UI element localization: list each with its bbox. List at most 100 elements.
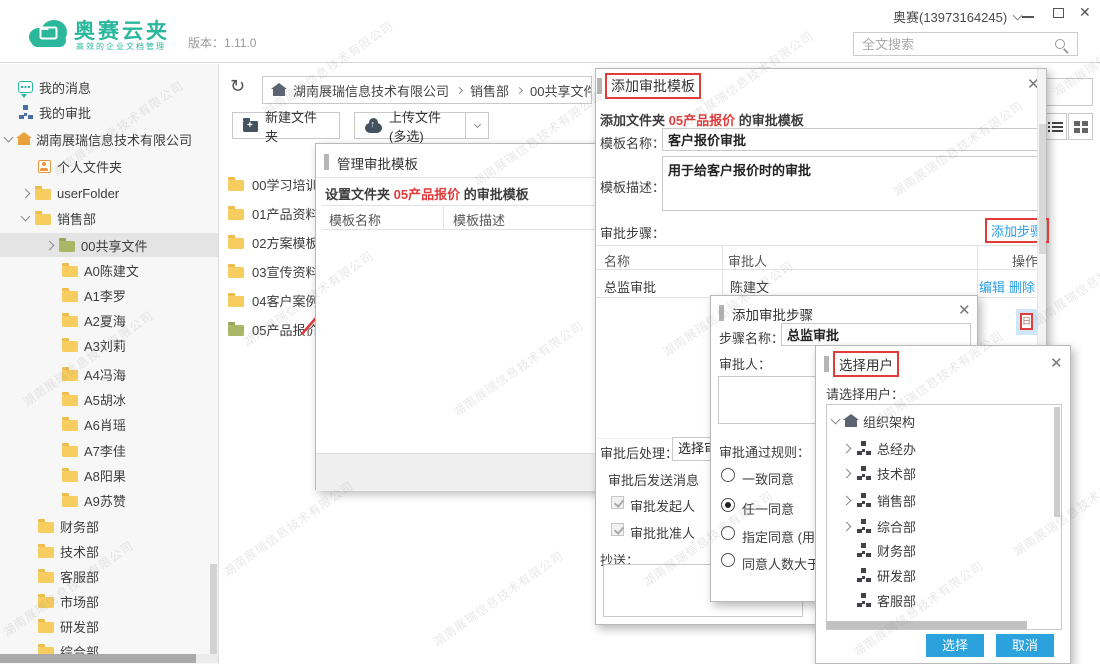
- folder-icon: [228, 180, 244, 191]
- new-folder-button[interactable]: 新建文件夹: [232, 112, 340, 139]
- hidden-action-button[interactable]: 日: [1016, 309, 1038, 335]
- breadcrumb-root[interactable]: 湖南展瑞信息技术有限公司: [293, 81, 449, 100]
- file-row[interactable]: 02方案模板: [228, 231, 318, 253]
- tree-item-org-root[interactable]: 组织架构: [827, 410, 1051, 432]
- label: userFolder: [57, 186, 119, 201]
- tree-vscroll-thumb[interactable]: [1054, 407, 1060, 517]
- dialog-vscroll-thumb[interactable]: [1039, 124, 1046, 254]
- sidebar-item-a8[interactable]: A8阳果: [0, 463, 218, 487]
- app-logo-tagline: 高效的企业文档管理: [76, 41, 166, 52]
- sidebar-item-user-folder[interactable]: userFolder: [0, 181, 218, 205]
- file-row[interactable]: 00学习培训: [228, 173, 318, 195]
- radio-designated[interactable]: [721, 526, 735, 540]
- sidebar-item-personal-folder[interactable]: 个人文件夹: [0, 154, 218, 178]
- file-row[interactable]: 01产品资料: [228, 202, 318, 224]
- sidebar-item-a3[interactable]: A3刘莉: [0, 333, 218, 357]
- refresh-icon[interactable]: ↻: [230, 76, 245, 97]
- sidebar-item-a6[interactable]: A6肖瑶: [0, 412, 218, 436]
- delete-link[interactable]: 删除: [1009, 277, 1035, 296]
- chevron-right-icon[interactable]: [21, 188, 31, 198]
- sidebar-item-rd-dept[interactable]: 研发部: [0, 614, 218, 638]
- tree-hscroll-thumb[interactable]: [827, 621, 1027, 629]
- label: 00共享文件: [81, 236, 147, 255]
- org-icon: [856, 441, 871, 455]
- step-name-input[interactable]: [781, 323, 971, 346]
- close-window-button[interactable]: ✕: [1079, 4, 1091, 21]
- sidebar-item-market-dept[interactable]: 市场部: [0, 589, 218, 613]
- label: 销售部: [57, 209, 96, 228]
- tree-item-general-office[interactable]: 总经办: [827, 437, 1051, 459]
- upload-dropdown-button[interactable]: [465, 112, 489, 139]
- account-menu[interactable]: 奥赛(13973164245): [893, 7, 1021, 26]
- file-name: 00学习培训: [252, 175, 318, 194]
- cancel-button[interactable]: 取消: [996, 634, 1054, 657]
- sidebar-hscroll-thumb[interactable]: [0, 654, 196, 663]
- close-icon[interactable]: ✕: [958, 303, 971, 318]
- sidebar-item-sales-dept[interactable]: 销售部: [0, 206, 218, 230]
- label: 技术部: [877, 464, 916, 483]
- chevron-down-icon[interactable]: [831, 415, 841, 425]
- global-search-input[interactable]: [854, 37, 1055, 52]
- tree-item-tech-dept[interactable]: 技术部: [827, 462, 1051, 484]
- breadcrumb-folder[interactable]: 00共享文件: [530, 81, 592, 100]
- edit-link[interactable]: 编辑: [979, 277, 1005, 296]
- close-icon[interactable]: ✕: [1050, 356, 1063, 371]
- tree-item-finance-dept[interactable]: 财务部: [827, 539, 1051, 561]
- grid-view-button[interactable]: [1068, 113, 1093, 140]
- content-search-input[interactable]: [1046, 78, 1093, 106]
- sidebar-item-a7[interactable]: A7李佳: [0, 438, 218, 462]
- chevron-down-icon[interactable]: [21, 212, 31, 222]
- maximize-button[interactable]: [1053, 8, 1064, 18]
- select-button[interactable]: 选择: [926, 634, 984, 657]
- select-user-dialog: 选择用户 ✕ 请选择用户： 组织架构 总经办 技术部 销售部: [815, 345, 1071, 664]
- radio-any-agree[interactable]: [721, 498, 735, 512]
- chevron-right-icon[interactable]: [45, 240, 55, 250]
- tree-item-rd-dept[interactable]: 研发部: [827, 564, 1051, 586]
- sidebar-item-a0[interactable]: A0陈建文: [0, 258, 218, 282]
- sidebar-item-my-messages[interactable]: 我的消息: [0, 75, 218, 99]
- chevron-down-icon[interactable]: [4, 133, 14, 143]
- approval-flow-icon: [18, 105, 33, 119]
- label: A0陈建文: [84, 261, 139, 280]
- minimize-button[interactable]: [1022, 16, 1034, 18]
- template-desc-textarea[interactable]: 用于给客户报价时的审批: [662, 156, 1038, 211]
- breadcrumb-dept[interactable]: 销售部: [470, 81, 509, 100]
- sidebar-item-a4[interactable]: A4冯海: [0, 362, 218, 386]
- dialog-title: 添加审批模板: [605, 73, 701, 99]
- sidebar-item-tech-dept[interactable]: 技术部: [0, 539, 218, 563]
- sidebar-vscroll-thumb[interactable]: [210, 564, 217, 654]
- sidebar-item-a2[interactable]: A2夏海: [0, 308, 218, 332]
- folder-icon: [38, 597, 54, 608]
- home-icon[interactable]: [273, 89, 285, 96]
- sidebar-item-service-dept[interactable]: 客服部: [0, 564, 218, 588]
- chevron-right-icon[interactable]: [842, 443, 852, 453]
- sidebar-item-shared-files[interactable]: 00共享文件: [0, 233, 218, 257]
- file-row[interactable]: 03宣传资料: [228, 260, 318, 282]
- chevron-right-icon[interactable]: [842, 495, 852, 505]
- tree-item-general-dept[interactable]: 综合部: [827, 515, 1051, 537]
- folder-icon: [62, 420, 78, 431]
- sidebar-item-a1[interactable]: A1李罗: [0, 283, 218, 307]
- checkbox-approver[interactable]: [611, 523, 624, 536]
- sidebar: 我的消息 我的审批 湖南展瑞信息技术有限公司 个人文件夹 userFolder …: [0, 64, 219, 664]
- breadcrumb: 湖南展瑞信息技术有限公司 销售部 00共享文件: [262, 76, 592, 104]
- notify-label: 审批后发送消息: [608, 470, 699, 489]
- sidebar-item-finance-dept[interactable]: 财务部: [0, 514, 218, 538]
- sidebar-item-company-root[interactable]: 湖南展瑞信息技术有限公司: [0, 127, 218, 151]
- sidebar-item-my-approvals[interactable]: 我的审批: [0, 100, 218, 124]
- search-icon[interactable]: [1055, 39, 1065, 49]
- label: 研发部: [877, 566, 916, 585]
- chevron-right-icon[interactable]: [842, 468, 852, 478]
- radio-unanimous[interactable]: [721, 468, 735, 482]
- template-name-input[interactable]: [662, 128, 1038, 151]
- tree-item-sales-dept[interactable]: 销售部: [827, 489, 1051, 511]
- sidebar-item-a5[interactable]: A5胡冰: [0, 387, 218, 411]
- tree-item-service-dept[interactable]: 客服部: [827, 589, 1051, 611]
- checkbox-initiator[interactable]: [611, 496, 624, 509]
- label: A7李佳: [84, 441, 126, 460]
- sidebar-item-a9[interactable]: A9苏赞: [0, 488, 218, 512]
- upload-button[interactable]: 上传文件(多选): [354, 112, 466, 139]
- grid-view-icon: [1074, 121, 1089, 134]
- radio-count-greater[interactable]: [721, 553, 735, 567]
- chevron-right-icon[interactable]: [842, 521, 852, 531]
